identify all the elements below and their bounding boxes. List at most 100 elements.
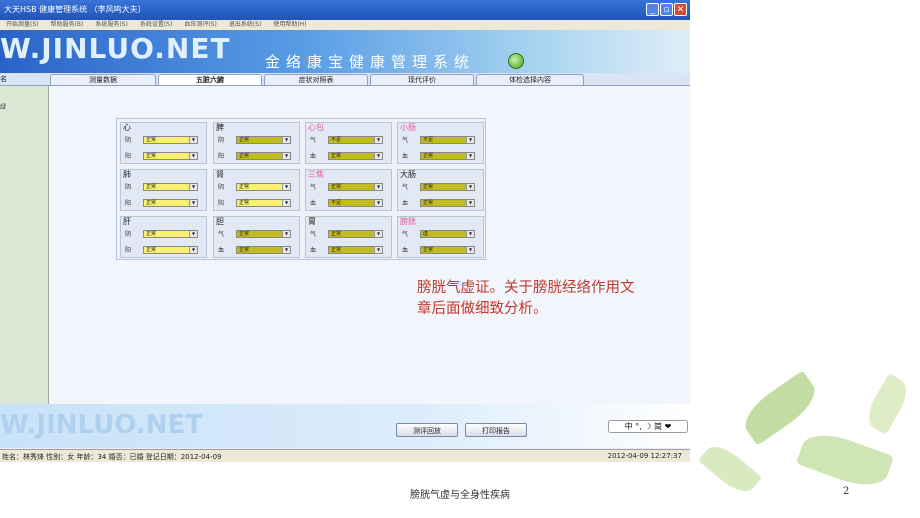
dropdown-arrow-icon[interactable]: ▼	[189, 231, 197, 237]
row-label: 阳	[218, 153, 225, 160]
restore-icon[interactable]: ▫	[660, 3, 673, 16]
organ-card: 肺阴正常 ▼ 阳正常 ▼	[120, 169, 207, 211]
status-orb-icon	[508, 53, 524, 69]
select-value: 正常	[423, 153, 434, 159]
row-label: 气	[218, 231, 225, 238]
status-select[interactable]: 正常 ▼	[236, 230, 291, 238]
dropdown-arrow-icon[interactable]: ▼	[466, 184, 474, 190]
status-bar: 姓名：林秀烽 性别：女 年龄：34 婚否：已婚 登记日期：2012-04-09 …	[0, 449, 690, 462]
dropdown-arrow-icon[interactable]: ▼	[282, 184, 290, 190]
close-icon[interactable]: ✕	[674, 3, 687, 16]
panel-header: 名	[0, 75, 7, 83]
status-select[interactable]: 正常 ▼	[236, 199, 291, 207]
status-select[interactable]: 正常 ▼	[328, 152, 383, 160]
menu-item[interactable]: 系统设置(S)	[140, 20, 173, 30]
tab-organs[interactable]: 五脏六腑	[158, 74, 262, 85]
status-select[interactable]: 正常 ▼	[236, 183, 291, 191]
organ-card: 膀胱气虚 ▼ 血正常 ▼	[397, 216, 484, 258]
status-select[interactable]: 正常 ▼	[328, 230, 383, 238]
dropdown-arrow-icon[interactable]: ▼	[374, 184, 382, 190]
organ-card: 心包气 不足 ▼ 血 正常 ▼	[305, 122, 392, 164]
status-select[interactable]: 正常 ▼	[420, 199, 475, 207]
tab-bar: 测量数据 五脏六腑 症状对照表 现代评价 体检选择内容	[0, 73, 690, 86]
dropdown-arrow-icon[interactable]: ▼	[466, 200, 474, 206]
dropdown-arrow-icon[interactable]: ▼	[374, 231, 382, 237]
status-select[interactable]: 正常 ▼	[143, 152, 198, 160]
dropdown-arrow-icon[interactable]: ▼	[282, 247, 290, 253]
organ-card: 脾阴正常 ▼ 阳正常 ▼	[213, 122, 300, 164]
organ-card: 肾阴正常 ▼ 阳正常 ▼	[213, 169, 300, 211]
status-select[interactable]: 正常 ▼	[143, 230, 198, 238]
status-select[interactable]: 不足 ▼	[420, 136, 475, 144]
dropdown-arrow-icon[interactable]: ▼	[189, 247, 197, 253]
select-value: 正常	[331, 247, 342, 253]
menu-item[interactable]: 系统服务(S)	[95, 20, 128, 30]
organ-card: 胃气正常 ▼ 血正常 ▼	[305, 216, 392, 258]
dropdown-arrow-icon[interactable]: ▼	[189, 184, 197, 190]
print-button[interactable]: 打印报告	[465, 423, 527, 437]
select-value: 正常	[146, 184, 157, 190]
tab-checkup[interactable]: 体检选择内容	[476, 74, 584, 85]
status-select[interactable]: 不足 ▼	[328, 136, 383, 144]
patient-list-panel[interactable]: 名 绿	[0, 75, 49, 404]
row-label: 阳	[218, 200, 225, 207]
dropdown-arrow-icon[interactable]: ▼	[374, 200, 382, 206]
menu-bar: 开始测量(S) 帮助服务(B) 系统服务(S) 系统设置(S) 血压测评(S) …	[0, 20, 690, 30]
row-label: 气	[402, 137, 409, 144]
status-select[interactable]: 正常 ▼	[420, 246, 475, 254]
tab-measurement[interactable]: 测量数据	[50, 74, 156, 85]
status-select[interactable]: 虚 ▼	[420, 230, 475, 238]
row-label: 气	[310, 231, 317, 238]
page-number: 2	[843, 486, 850, 497]
dropdown-arrow-icon[interactable]: ▼	[466, 137, 474, 143]
dropdown-arrow-icon[interactable]: ▼	[282, 231, 290, 237]
status-select[interactable]: 正常 ▼	[420, 152, 475, 160]
list-item[interactable]: 绿	[0, 102, 6, 111]
status-select[interactable]: 不足 ▼	[328, 199, 383, 207]
status-select[interactable]: 正常 ▼	[328, 183, 383, 191]
status-select[interactable]: 正常 ▼	[236, 152, 291, 160]
status-select[interactable]: 正常 ▼	[328, 246, 383, 254]
status-select[interactable]: 正常 ▼	[236, 136, 291, 144]
status-select[interactable]: 正常 ▼	[143, 246, 198, 254]
dropdown-arrow-icon[interactable]: ▼	[466, 231, 474, 237]
dropdown-arrow-icon[interactable]: ▼	[189, 153, 197, 159]
status-select[interactable]: 正常 ▼	[143, 199, 198, 207]
ime-toolbar[interactable]: 中 °, ☽ 简 ❤	[608, 420, 688, 433]
replay-button[interactable]: 测评回放	[396, 423, 458, 437]
tab-symptoms[interactable]: 症状对照表	[264, 74, 368, 85]
menu-item[interactable]: 血压测评(S)	[184, 20, 217, 30]
dropdown-arrow-icon[interactable]: ▼	[189, 200, 197, 206]
dropdown-arrow-icon[interactable]: ▼	[282, 200, 290, 206]
status-select[interactable]: 正常 ▼	[420, 183, 475, 191]
dropdown-arrow-icon[interactable]: ▼	[282, 153, 290, 159]
dropdown-arrow-icon[interactable]: ▼	[466, 247, 474, 253]
organ-name: 三焦	[308, 170, 324, 179]
menu-item[interactable]: 帮助服务(B)	[51, 20, 84, 30]
select-value: 正常	[239, 153, 250, 159]
dropdown-arrow-icon[interactable]: ▼	[466, 153, 474, 159]
dropdown-arrow-icon[interactable]: ▼	[189, 137, 197, 143]
row-label: 阴	[218, 184, 225, 191]
menu-item[interactable]: 退出系统(S)	[229, 20, 262, 30]
dropdown-arrow-icon[interactable]: ▼	[374, 247, 382, 253]
organ-card: 小肠气 不足 ▼ 血 正常 ▼	[397, 122, 484, 164]
organ-name: 肾	[216, 170, 224, 179]
status-select[interactable]: 正常 ▼	[143, 183, 198, 191]
minimize-icon[interactable]: _	[646, 3, 659, 16]
system-name: 金络康宝健康管理系统	[265, 53, 476, 71]
dropdown-arrow-icon[interactable]: ▼	[374, 137, 382, 143]
dropdown-arrow-icon[interactable]: ▼	[282, 137, 290, 143]
status-datetime: 2012-04-09 12:27:37	[607, 452, 682, 460]
row-label: 血	[310, 153, 317, 160]
tab-evaluation[interactable]: 现代评价	[370, 74, 474, 85]
organ-card: 肝阴正常 ▼ 阳正常 ▼	[120, 216, 207, 258]
dropdown-arrow-icon[interactable]: ▼	[374, 153, 382, 159]
organ-card: 心阴正常 ▼ 阳正常 ▼	[120, 122, 207, 164]
menu-item[interactable]: 使用帮助(H)	[273, 20, 306, 30]
status-select[interactable]: 正常 ▼	[236, 246, 291, 254]
status-select[interactable]: 正常 ▼	[143, 136, 198, 144]
organ-grid: 心阴正常 ▼ 阳正常 ▼ 脾阴正常 ▼ 阳正常 ▼ 心包气不足 ▼ 血正常 ▼ 小肠气不足 ▼ 血正常 ▼ 肺阴…	[116, 118, 486, 260]
organ-name: 心包	[308, 123, 324, 132]
menu-item[interactable]: 开始测量(S)	[6, 20, 39, 30]
